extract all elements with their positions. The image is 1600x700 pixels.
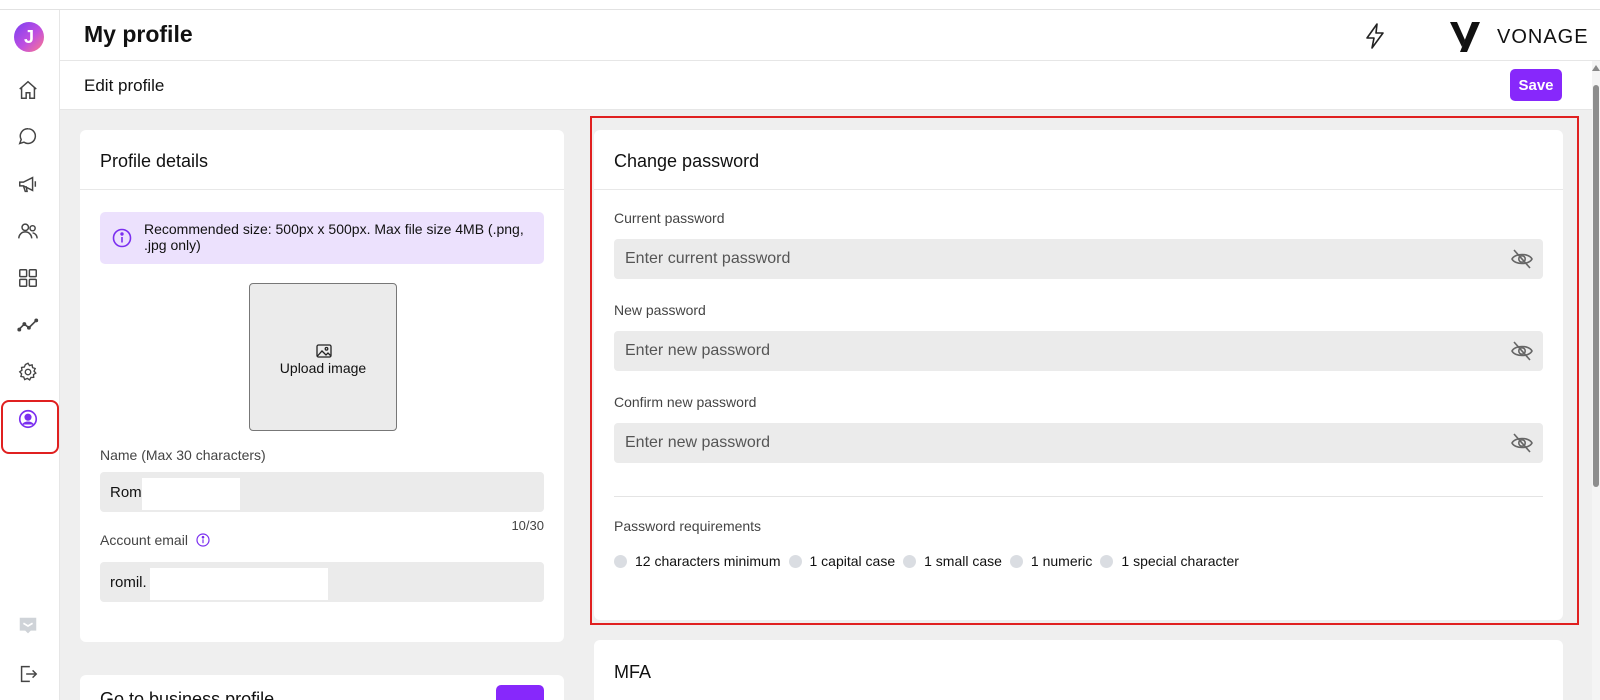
upload-image-button[interactable]: Upload image [249,283,397,431]
vonage-logo-icon [1450,22,1486,52]
scrollbar-thumb[interactable] [1593,85,1599,487]
window-top-bar [0,0,1600,10]
megaphone-icon[interactable] [15,171,41,197]
brand-name: VONAGE [1497,26,1589,48]
profile-details-title: Profile details [80,130,564,190]
app-logo[interactable]: J [14,22,44,52]
profile-details-card: Profile details Recommended size: 500px … [80,130,564,642]
business-profile-label: Go to business profile [100,689,275,700]
email-info-icon[interactable] [196,533,210,547]
go-to-business-profile-button[interactable]: → [496,685,544,700]
scroll-up-arrow-icon[interactable] [1592,65,1600,71]
business-profile-card: Go to business profile → [80,675,564,700]
info-icon [112,228,132,248]
email-value: romil. [110,574,147,591]
mfa-title: MFA [614,662,652,682]
chat-icon[interactable] [15,124,41,150]
logout-icon[interactable] [15,661,41,687]
upload-image-label: Upload image [279,360,367,376]
email-label: Account email [100,532,188,548]
page-scrollbar[interactable] [1592,61,1600,700]
home-icon[interactable] [15,77,41,103]
analytics-icon[interactable] [15,312,41,338]
image-size-info-banner: Recommended size: 500px x 500px. Max fil… [100,212,544,264]
redacted-block [150,568,328,600]
info-text: Recommended size: 500px x 500px. Max fil… [144,221,524,253]
page-header: My profile VONAGE [60,10,1600,61]
apps-grid-icon[interactable] [15,265,41,291]
email-label-row: Account email [100,532,210,548]
image-icon [316,344,332,358]
name-char-counter: 10/30 [511,518,544,533]
inbox-icon[interactable] [15,613,41,639]
change-password-highlight [590,116,1579,625]
lightning-bolt-icon[interactable] [1363,23,1387,49]
profile-icon[interactable] [15,406,41,432]
email-field[interactable]: romil. [100,562,544,602]
contacts-icon[interactable] [15,218,41,244]
page-title: My profile [84,21,193,47]
name-label: Name (Max 30 characters) [100,447,266,463]
redacted-block [142,478,240,510]
settings-gear-icon[interactable] [15,359,41,385]
mfa-card: MFA [594,640,1563,700]
edit-profile-title: Edit profile [84,76,165,95]
sidebar: J [0,10,60,700]
app-logo-letter: J [23,27,34,47]
subheader: Edit profile Save [60,61,1592,110]
name-value: Rom [110,484,142,501]
save-button[interactable]: Save [1510,69,1562,101]
name-field[interactable]: Rom [100,472,544,512]
